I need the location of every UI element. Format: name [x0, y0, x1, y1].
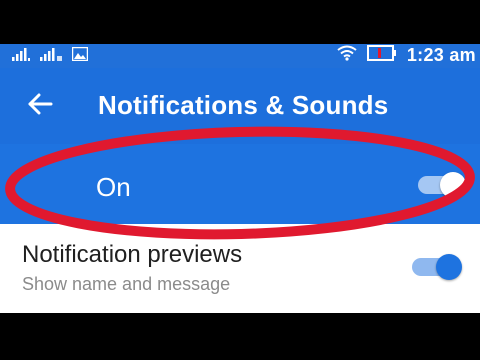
- status-time: 1:23 am: [406, 45, 476, 65]
- wifi-icon: [337, 45, 357, 66]
- status-left-icons: [12, 46, 89, 66]
- back-button[interactable]: [22, 88, 58, 124]
- notification-previews-summary: Show name and message: [22, 274, 231, 294]
- image-notification-icon: [71, 46, 89, 66]
- master-toggle-label: On: [96, 172, 131, 202]
- master-toggle-switch[interactable]: [414, 172, 468, 198]
- status-right-icons: 1:23 am: [337, 45, 476, 66]
- app-bar: Notifications & Sounds: [0, 68, 480, 144]
- previews-toggle-thumb: [436, 254, 462, 280]
- notifications-master-row[interactable]: On: [0, 144, 480, 224]
- phone-screen: 1:23 am Notifications & Sounds On Notifi…: [0, 0, 480, 360]
- notification-previews-title: Notification previews: [22, 241, 243, 268]
- battery-icon: [366, 45, 397, 66]
- signal-bars-icon: [12, 47, 30, 66]
- letterbox-bottom: [0, 313, 480, 360]
- page-title: Notifications & Sounds: [98, 90, 389, 120]
- arrow-left-icon: [27, 93, 53, 120]
- master-toggle-thumb: [440, 172, 466, 198]
- status-bar: 1:23 am: [0, 44, 480, 68]
- notification-previews-toggle[interactable]: [408, 254, 464, 280]
- letterbox-top: [0, 0, 480, 44]
- signal-bars-2-icon: [40, 47, 62, 66]
